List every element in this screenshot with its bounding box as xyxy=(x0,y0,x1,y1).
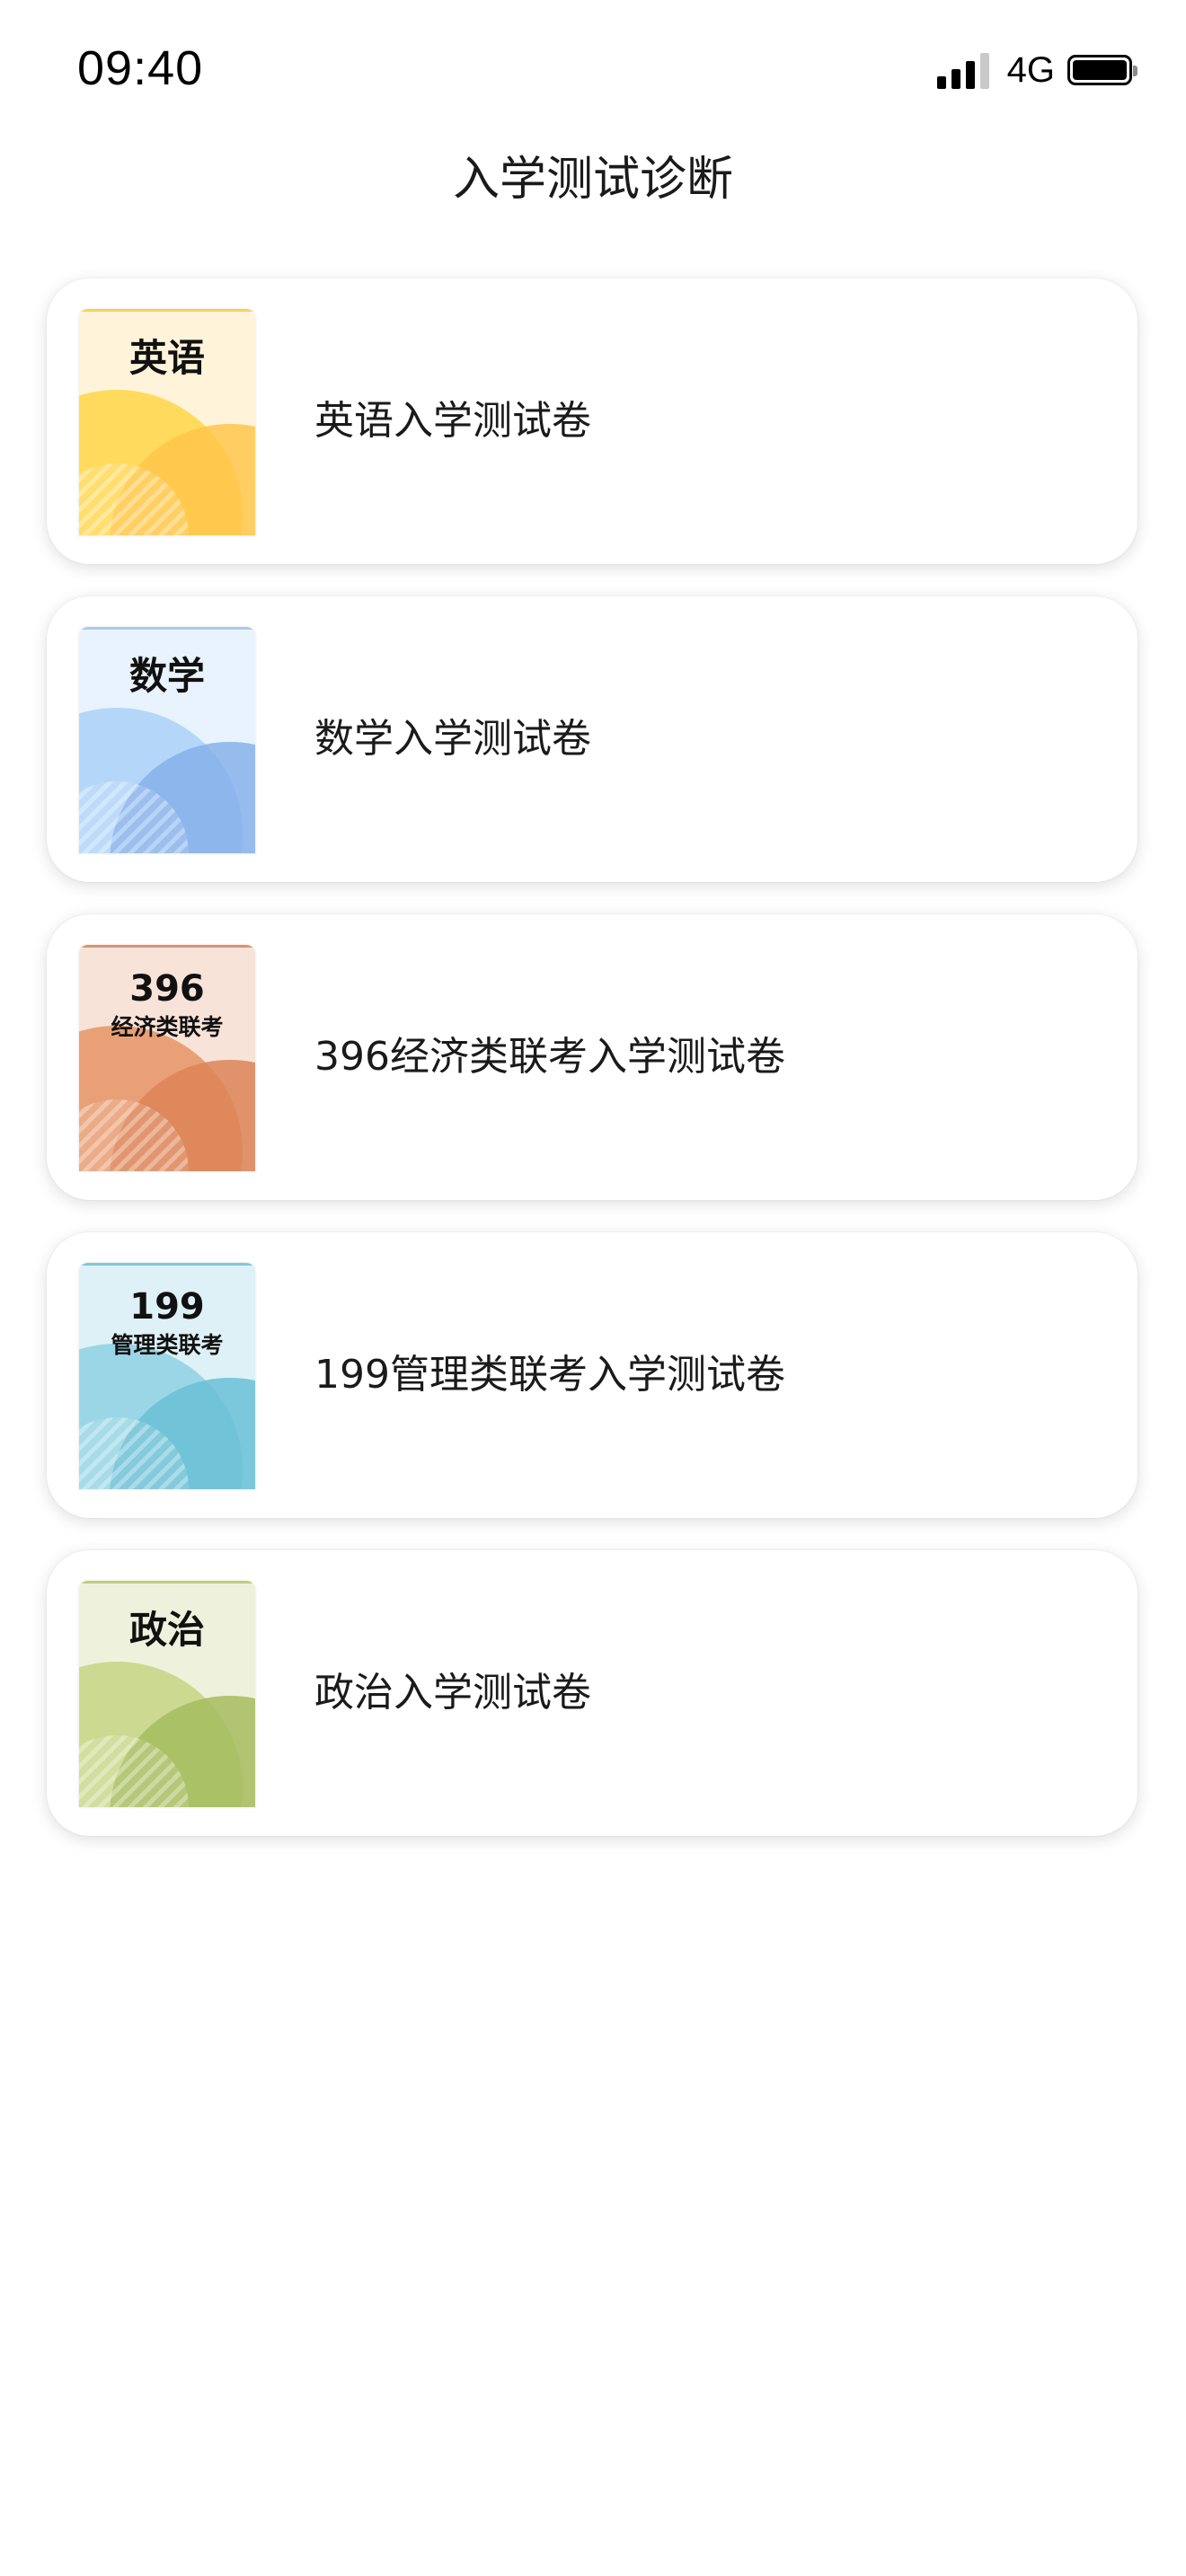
battery-icon xyxy=(1067,55,1137,85)
course-card-199-management[interactable]: 199 管理类联考 199管理类联考入学测试卷 xyxy=(47,1232,1137,1518)
course-card-politics[interactable]: 政治 政治入学测试卷 xyxy=(47,1550,1137,1836)
page-title: 入学测试诊断 xyxy=(452,153,733,207)
course-title: 英语入学测试卷 xyxy=(314,398,591,444)
course-cover-199-management: 199 管理类联考 xyxy=(79,1263,255,1489)
cover-label: 政治 xyxy=(128,1608,205,1652)
cover-label: 199 xyxy=(129,1286,205,1328)
course-title: 数学入学测试卷 xyxy=(314,716,591,762)
course-list: 英语 英语入学测试卷 数学 数学入学测试卷 396 经济类联考 396经济类联考… xyxy=(47,278,1137,1868)
network-type-label: 4G xyxy=(1006,50,1055,90)
course-card-math[interactable]: 数学 数学入学测试卷 xyxy=(47,596,1137,882)
cover-label: 英语 xyxy=(128,336,205,380)
course-cover-english: 英语 xyxy=(79,309,255,535)
status-bar: 09:40 4G xyxy=(0,0,1186,135)
signal-bars-icon xyxy=(936,51,993,89)
cover-label: 数学 xyxy=(128,654,205,698)
course-card-396-economics[interactable]: 396 经济类联考 396经济类联考入学测试卷 xyxy=(47,914,1137,1200)
course-title: 199管理类联考入学测试卷 xyxy=(314,1352,785,1398)
course-cover-politics: 政治 xyxy=(79,1581,255,1807)
status-indicators: 4G xyxy=(936,47,1137,93)
course-title: 政治入学测试卷 xyxy=(314,1670,591,1716)
course-card-english[interactable]: 英语 英语入学测试卷 xyxy=(47,278,1137,564)
course-cover-396-economics: 396 经济类联考 xyxy=(79,945,255,1171)
status-time: 09:40 xyxy=(77,41,204,95)
course-title: 396经济类联考入学测试卷 xyxy=(314,1034,785,1080)
course-cover-math: 数学 xyxy=(79,627,255,853)
cover-sublabel: 管理类联考 xyxy=(111,1332,224,1358)
cover-sublabel: 经济类联考 xyxy=(111,1014,224,1040)
cover-label: 396 xyxy=(129,968,205,1010)
